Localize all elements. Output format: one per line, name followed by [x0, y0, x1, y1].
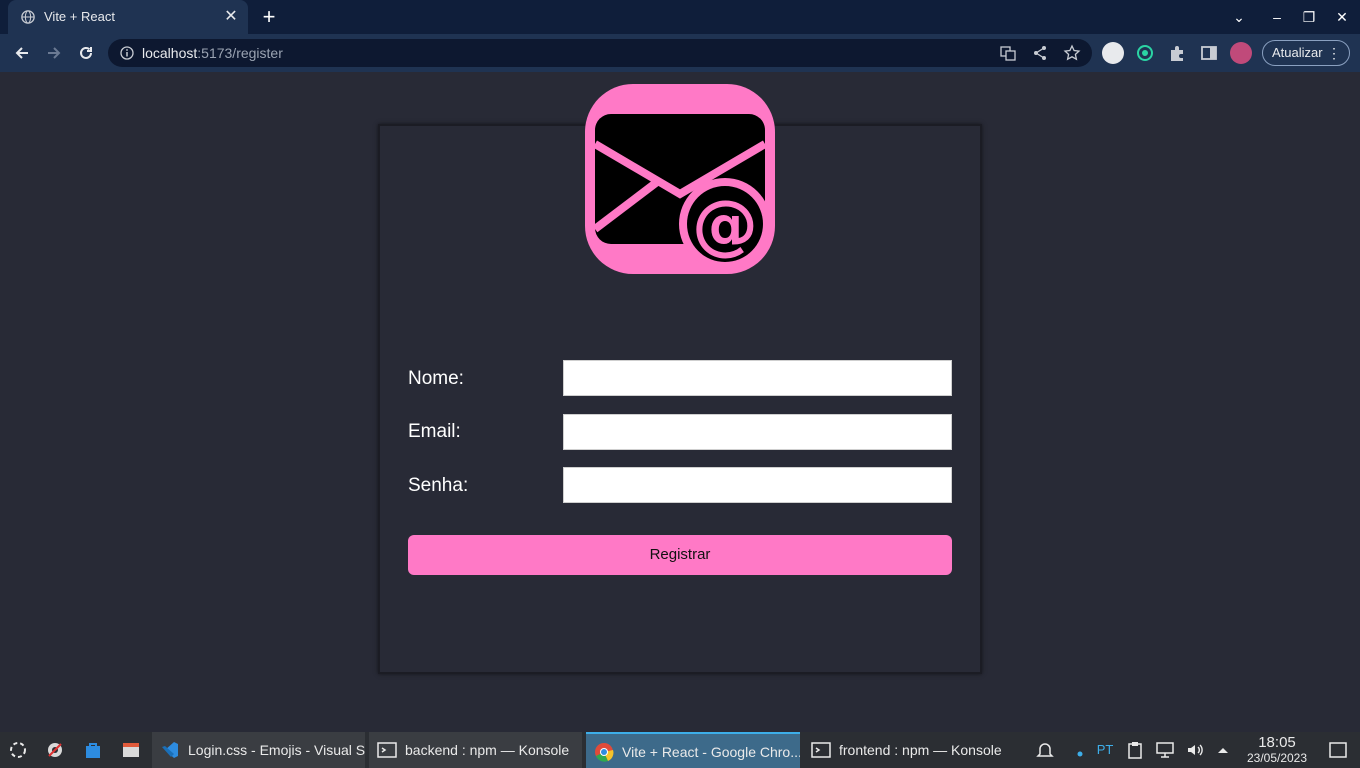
clipboard-icon[interactable] — [1125, 740, 1145, 760]
extension-globe-icon[interactable] — [1102, 42, 1124, 64]
forward-arrow-icon[interactable] — [43, 42, 65, 64]
update-button[interactable]: Atualizar ⋮ — [1262, 40, 1350, 66]
update-label: Atualizar — [1272, 45, 1323, 60]
clock-time[interactable]: 18:05 — [1242, 734, 1312, 751]
more-menu-icon[interactable]: ⋮ — [1327, 41, 1341, 65]
restore-icon[interactable]: ❐ — [1298, 6, 1320, 28]
new-tab-button[interactable]: + — [258, 6, 280, 28]
network-icon[interactable] — [1155, 740, 1175, 760]
status-dot-icon[interactable] — [1067, 740, 1087, 760]
browser-toolbar: localhost:5173/register Atualizar ⋮ — [0, 34, 1360, 72]
register-button[interactable]: Registrar — [408, 535, 952, 575]
email-field[interactable] — [563, 414, 952, 450]
url-host: localhost — [142, 45, 198, 61]
url-path: :5173/register — [197, 45, 283, 61]
app-launcher-icon[interactable] — [8, 740, 28, 760]
tab-title: Vite + React — [44, 9, 115, 24]
store-bag-icon[interactable] — [83, 740, 103, 760]
tab-search-icon[interactable]: ⌄ — [1228, 6, 1250, 28]
extensions-puzzle-icon[interactable] — [1166, 42, 1188, 64]
tray-expand-icon[interactable] — [1213, 740, 1233, 760]
chrome-icon — [595, 743, 614, 762]
file-manager-icon[interactable] — [121, 740, 141, 760]
extension-target-icon[interactable] — [1134, 42, 1156, 64]
name-label: Nome: — [408, 368, 464, 389]
notifications-bell-icon[interactable] — [1035, 740, 1055, 760]
terminal-icon — [811, 742, 831, 758]
taskbar: Login.css - Emojis - Visual S... backend… — [0, 732, 1360, 768]
task-label: Vite + React - Google Chro... — [622, 744, 800, 760]
browser-tab[interactable]: Vite + React ✕ — [8, 0, 248, 34]
globe-icon — [21, 10, 35, 24]
translate-icon[interactable] — [999, 44, 1017, 62]
password-label: Senha: — [408, 475, 469, 496]
side-panel-icon[interactable] — [1198, 42, 1220, 64]
minimize-icon[interactable]: – — [1266, 6, 1288, 28]
share-icon[interactable] — [1031, 44, 1049, 62]
keyboard-layout-indicator[interactable]: PT — [1095, 740, 1115, 760]
email-label: Email: — [408, 421, 461, 442]
volume-icon[interactable] — [1185, 740, 1205, 760]
vscode-icon — [162, 742, 178, 758]
show-desktop-icon[interactable] — [1328, 740, 1348, 760]
task-frontend-konsole[interactable]: frontend : npm — Konsole — [803, 732, 1016, 768]
password-field[interactable] — [563, 467, 952, 503]
task-chrome[interactable]: Vite + React - Google Chro... — [586, 732, 800, 768]
settings-gear-icon[interactable] — [45, 740, 65, 760]
tab-close-icon[interactable]: ✕ — [222, 8, 240, 26]
address-bar[interactable]: localhost:5173/register — [108, 39, 1092, 67]
page-content: @ Nome: Email: Senha: Registrar — [0, 72, 1360, 732]
back-arrow-icon[interactable] — [11, 42, 33, 64]
task-label: backend : npm — Konsole — [405, 742, 570, 758]
url-text: localhost:5173/register — [142, 45, 283, 61]
task-backend-konsole[interactable]: backend : npm — Konsole — [369, 732, 582, 768]
profile-avatar[interactable] — [1230, 42, 1252, 64]
bookmark-star-icon[interactable] — [1063, 44, 1081, 62]
email-at-logo-icon: @ — [585, 84, 775, 274]
clock-date[interactable]: 23/05/2023 — [1242, 751, 1312, 765]
task-label: frontend : npm — Konsole — [839, 742, 1002, 758]
browser-tab-strip: Vite + React ✕ + ⌄ – ❐ ✕ — [0, 0, 1360, 34]
svg-text:@: @ — [692, 186, 758, 263]
reload-icon[interactable] — [75, 42, 97, 64]
name-field[interactable] — [563, 360, 952, 396]
task-label: Login.css - Emojis - Visual S... — [188, 742, 365, 758]
terminal-icon — [377, 742, 397, 758]
window-close-icon[interactable]: ✕ — [1331, 6, 1353, 28]
task-vscode[interactable]: Login.css - Emojis - Visual S... — [152, 732, 365, 768]
site-info-icon[interactable] — [120, 46, 134, 60]
